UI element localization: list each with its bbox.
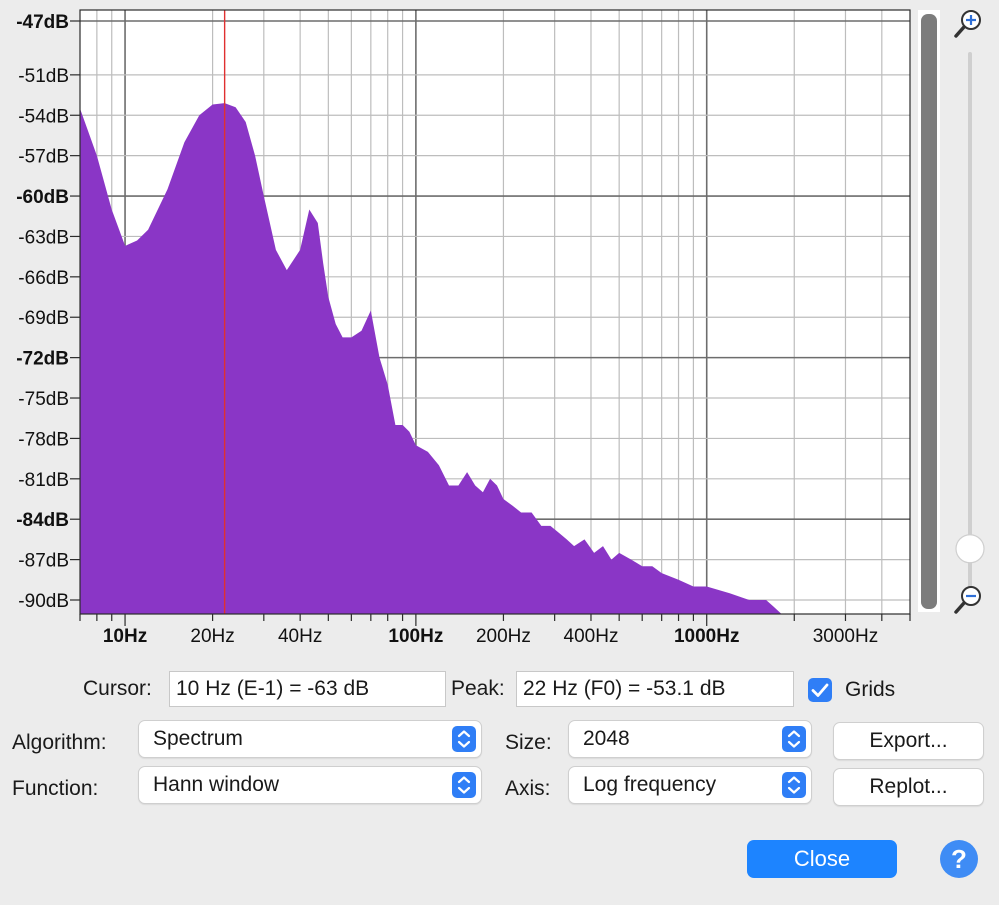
size-select-value: 2048 xyxy=(583,727,630,750)
checkmark-icon xyxy=(811,683,829,697)
chevron-updown-icon xyxy=(782,772,806,798)
y-tick-label: -57dB xyxy=(18,147,69,168)
function-select-value: Hann window xyxy=(153,773,280,796)
y-tick-label: -81dB xyxy=(18,470,69,491)
y-tick-label: -51dB xyxy=(18,66,69,87)
peak-label: Peak: xyxy=(451,677,505,700)
x-tick-label: 10Hz xyxy=(103,626,147,647)
x-tick-label: 200Hz xyxy=(476,626,531,647)
axis-select-value: Log frequency xyxy=(583,773,717,796)
x-tick-label: 400Hz xyxy=(564,626,619,647)
size-select[interactable]: 2048 xyxy=(568,720,812,758)
algorithm-select[interactable]: Spectrum xyxy=(138,720,482,758)
zoom-slider-knob[interactable] xyxy=(955,534,985,564)
x-tick-label: 1000Hz xyxy=(674,626,740,647)
cursor-label: Cursor: xyxy=(83,677,152,700)
chevron-updown-icon xyxy=(782,726,806,752)
export-button[interactable]: Export... xyxy=(833,722,984,760)
x-tick-label: 3000Hz xyxy=(813,626,879,647)
function-label: Function: xyxy=(12,777,99,800)
y-tick-label: -75dB xyxy=(18,389,69,410)
function-select[interactable]: Hann window xyxy=(138,766,482,804)
y-tick-label: -60dB xyxy=(16,187,69,208)
cursor-value-field[interactable]: 10 Hz (E-1) = -63 dB xyxy=(169,671,446,707)
y-tick-label: -69dB xyxy=(18,308,69,329)
replot-button[interactable]: Replot... xyxy=(833,768,984,806)
y-tick-label: -84dB xyxy=(16,510,69,531)
y-tick-label: -72dB xyxy=(16,349,69,370)
y-tick-label: -78dB xyxy=(18,429,69,450)
grids-checkbox[interactable] xyxy=(808,678,832,702)
help-icon[interactable]: ? xyxy=(940,840,978,878)
zoom-out-icon[interactable] xyxy=(954,586,981,614)
axis-label: Axis: xyxy=(505,777,551,800)
axis-select[interactable]: Log frequency xyxy=(568,766,812,804)
vertical-scrollbar-thumb[interactable] xyxy=(921,14,937,609)
y-tick-label: -47dB xyxy=(16,12,69,33)
y-tick-label: -90dB xyxy=(18,591,69,612)
y-tick-label: -54dB xyxy=(18,106,69,127)
size-label: Size: xyxy=(505,731,552,754)
peak-value-field[interactable]: 22 Hz (F0) = -53.1 dB xyxy=(516,671,794,707)
y-tick-label: -63dB xyxy=(18,227,69,248)
grids-label: Grids xyxy=(845,678,896,701)
zoom-in-icon[interactable] xyxy=(954,10,981,38)
x-tick-label: 40Hz xyxy=(278,626,322,647)
close-button[interactable]: Close xyxy=(747,840,897,878)
x-tick-label: 20Hz xyxy=(190,626,234,647)
chevron-updown-icon xyxy=(452,726,476,752)
algorithm-select-value: Spectrum xyxy=(153,727,243,750)
spectrum-plot[interactable]: -47dB -51dB -54dB -57dB -60dB -63dB -66dB -69dB… xyxy=(0,0,999,660)
x-tick-label: 100Hz xyxy=(388,626,443,647)
y-tick-label: -66dB xyxy=(18,268,69,289)
chevron-updown-icon xyxy=(452,772,476,798)
algorithm-label: Algorithm: xyxy=(12,731,107,754)
y-tick-label: -87dB xyxy=(18,551,69,572)
